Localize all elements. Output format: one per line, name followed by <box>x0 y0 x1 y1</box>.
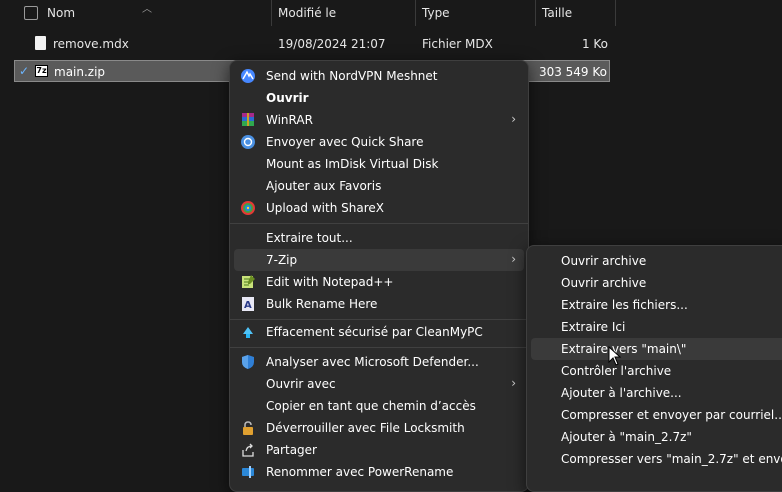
menu-item-ouvrir-avec[interactable]: Ouvrir avec › <box>234 373 524 395</box>
menu-item-winrar[interactable]: WinRAR › <box>234 109 524 131</box>
context-menu: Send with NordVPN Meshnet Ouvrir WinRAR … <box>229 60 529 492</box>
submenu-item-ajouter-main-7z[interactable]: Ajouter à "main_2.7z" <box>531 426 782 448</box>
submenu-item-extraire-ici[interactable]: Extraire Ici <box>531 316 782 338</box>
submenu-item-compresser-vers-envoyer[interactable]: Compresser vers "main_2.7z" et envoyer p <box>531 448 782 470</box>
menu-item-file-locksmith[interactable]: Déverrouiller avec File Locksmith <box>234 417 524 439</box>
menu-separator <box>230 347 528 348</box>
menu-item-defender[interactable]: Analyser avec Microsoft Defender... <box>234 351 524 373</box>
menu-item-sharex[interactable]: Upload with ShareX <box>234 197 524 219</box>
file-icon <box>35 36 46 50</box>
file-row-remove-mdx[interactable]: remove.mdx 19/08/2024 21:07 Fichier MDX … <box>14 33 610 55</box>
menu-item-nordvpn[interactable]: Send with NordVPN Meshnet <box>234 65 524 87</box>
file-modified: 19/08/2024 21:07 <box>278 37 386 51</box>
file-name: main.zip <box>54 65 106 79</box>
menu-item-favoris[interactable]: Ajouter aux Favoris <box>234 175 524 197</box>
file-name: remove.mdx <box>53 37 129 51</box>
submenu-item-compresser-envoyer[interactable]: Compresser et envoyer par courriel... <box>531 404 782 426</box>
submenu-item-ouvrir-archive[interactable]: Ouvrir archive <box>531 250 782 272</box>
lock-icon <box>243 421 253 435</box>
cleanmypc-icon <box>243 327 253 338</box>
column-header-name[interactable]: Nom <box>47 6 75 20</box>
share-icon <box>242 443 254 457</box>
menu-item-7zip[interactable]: 7-Zip › <box>234 249 524 271</box>
submenu-7zip: Ouvrir archive Ouvrir archive Extraire l… <box>526 245 782 492</box>
column-divider[interactable] <box>415 0 416 26</box>
mouse-cursor-icon <box>608 346 622 366</box>
submenu-item-ajouter-archive[interactable]: Ajouter à l'archive... <box>531 382 782 404</box>
file-type: Fichier MDX <box>422 37 493 51</box>
quick-share-icon <box>241 135 255 149</box>
sort-ascending-icon: ︿ <box>142 4 152 15</box>
menu-separator <box>230 319 528 320</box>
bulk-rename-icon: A <box>242 297 254 311</box>
submenu-item-ouvrir-archive-2[interactable]: Ouvrir archive <box>531 272 782 294</box>
menu-item-extraire-tout[interactable]: Extraire tout... <box>234 227 524 249</box>
svg-text:A: A <box>244 300 252 311</box>
menu-item-bulk-rename[interactable]: A Bulk Rename Here <box>234 293 524 315</box>
menu-item-imdisk[interactable]: Mount as ImDisk Virtual Disk <box>234 153 524 175</box>
menu-item-ouvrir[interactable]: Ouvrir <box>234 87 524 109</box>
sharex-icon <box>241 201 255 215</box>
menu-item-powerrename[interactable]: Renommer avec PowerRename <box>234 461 524 483</box>
submenu-item-extraire-vers[interactable]: Extraire vers "main\" <box>531 338 782 360</box>
menu-item-copier-chemin[interactable]: Copier en tant que chemin d’accès <box>234 395 524 417</box>
checkmark-icon[interactable]: ✓ <box>19 64 29 78</box>
column-divider[interactable] <box>271 0 272 26</box>
menu-item-cleanmypc[interactable]: Effacement sécurisé par CleanMyPC <box>234 321 524 343</box>
submenu-item-extraire-fichiers[interactable]: Extraire les fichiers... <box>531 294 782 316</box>
7zip-archive-icon: 7z <box>35 65 48 77</box>
menu-item-partager[interactable]: Partager <box>234 439 524 461</box>
chevron-right-icon: › <box>511 252 516 266</box>
menu-item-quick-share[interactable]: Envoyer avec Quick Share <box>234 131 524 153</box>
column-divider[interactable] <box>535 0 536 26</box>
nordvpn-icon <box>241 69 255 83</box>
notepadpp-icon <box>242 275 255 288</box>
menu-separator <box>230 223 528 224</box>
winrar-icon <box>242 113 254 126</box>
column-divider[interactable] <box>615 0 616 26</box>
column-header-modified[interactable]: Modifié le <box>278 6 336 20</box>
column-header-size[interactable]: Taille <box>542 6 572 20</box>
menu-item-notepadpp[interactable]: Edit with Notepad++ <box>234 271 524 293</box>
chevron-right-icon: › <box>511 112 516 126</box>
chevron-right-icon: › <box>511 376 516 390</box>
defender-icon <box>242 355 254 369</box>
select-all-checkbox[interactable] <box>24 6 38 20</box>
submenu-item-controler-archive[interactable]: Contrôler l'archive <box>531 360 782 382</box>
column-header-type[interactable]: Type <box>422 6 450 20</box>
file-size: 1 Ko <box>581 37 608 51</box>
